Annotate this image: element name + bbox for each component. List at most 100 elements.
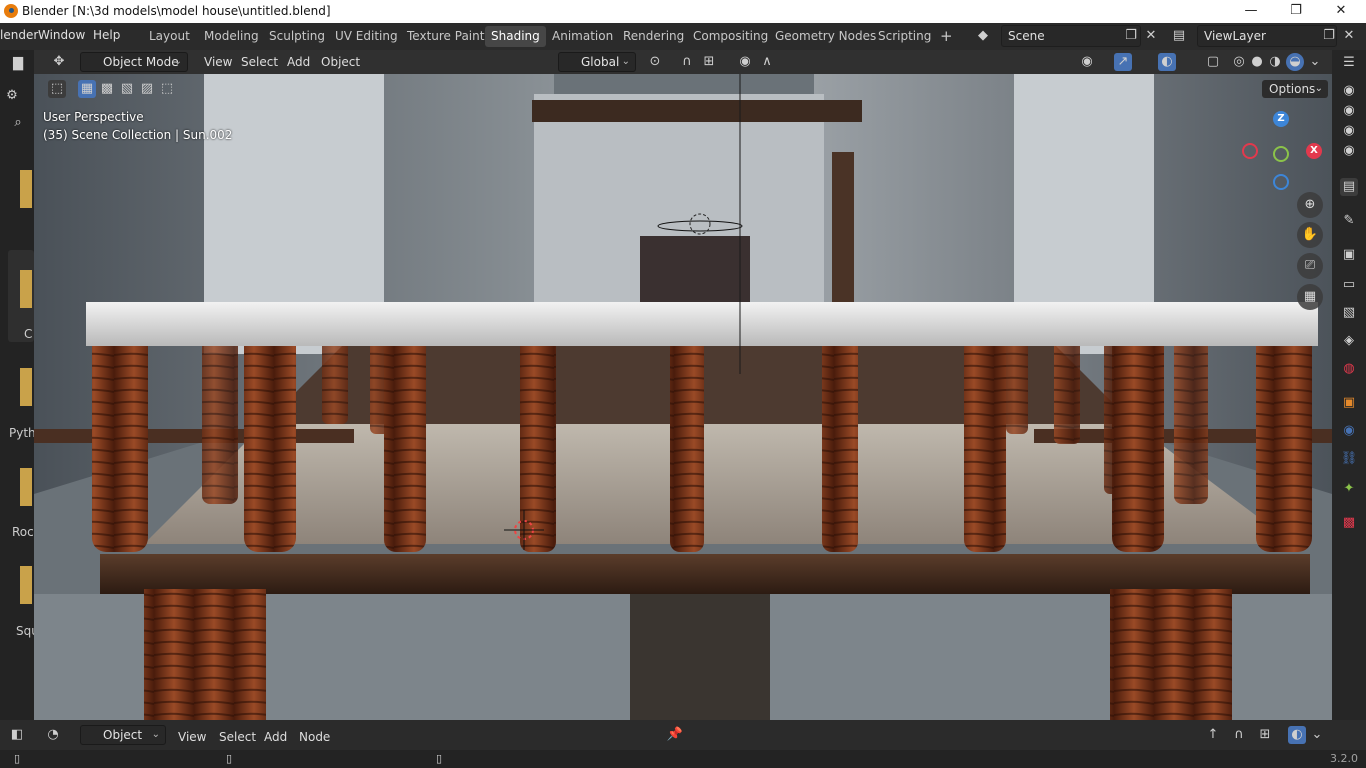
texture-icon[interactable]: ▩ — [1340, 514, 1358, 532]
file-thumbnail[interactable] — [20, 468, 32, 506]
close-button[interactable]: ✕ — [1318, 0, 1364, 23]
snap-target-icon[interactable]: ⊞ — [700, 53, 718, 71]
properties-editor-icon[interactable]: ▤ — [1340, 178, 1358, 196]
object-icon[interactable]: ▣ — [1340, 394, 1358, 412]
editor-type-icon[interactable]: ✥ — [50, 53, 68, 71]
menu-view[interactable]: View — [204, 53, 232, 72]
gizmo-neg-z-axis[interactable] — [1273, 174, 1289, 190]
file-thumbnail[interactable] — [20, 566, 32, 604]
options-dropdown[interactable]: Options ⌄ — [1262, 80, 1328, 98]
snap-target-icon[interactable]: ⊞ — [1256, 726, 1274, 744]
light-data-icon[interactable]: ✦ — [1340, 480, 1358, 498]
tab-compositing[interactable]: Compositing — [687, 26, 774, 47]
snap-icon[interactable]: ∩ — [678, 53, 696, 71]
camera-visibility-icon[interactable]: ◉ — [1340, 142, 1358, 160]
menu-help[interactable]: Help — [93, 28, 120, 42]
visibility-icon[interactable]: ◉ — [1078, 53, 1096, 71]
gizmo-toggle-icon[interactable]: ↗ — [1114, 53, 1132, 71]
menu-select[interactable]: Select — [241, 53, 278, 72]
chevron-down-icon[interactable]: ⌄ — [1308, 726, 1326, 744]
tab-rendering[interactable]: Rendering — [617, 26, 690, 47]
shading-options-icon[interactable]: ⌄ — [1306, 53, 1324, 71]
minimize-button[interactable]: — — [1228, 0, 1274, 23]
select-box-new-icon[interactable]: ▦ — [78, 80, 96, 98]
maximize-button[interactable]: ❐ — [1273, 0, 1319, 23]
node-menu-view[interactable]: View — [178, 728, 206, 747]
camera-visibility-icon[interactable]: ◉ — [1340, 122, 1358, 140]
tab-texture-paint[interactable]: Texture Paint — [401, 26, 490, 47]
tab-modeling[interactable]: Modeling — [198, 26, 265, 47]
solid-shading-icon[interactable]: ● — [1248, 53, 1266, 71]
scene-icon[interactable]: ◆ — [974, 27, 992, 45]
falloff-icon[interactable]: ∧ — [758, 53, 776, 71]
node-menu-select[interactable]: Select — [219, 728, 256, 747]
tab-layout[interactable]: Layout — [143, 26, 196, 47]
file-thumbnail[interactable] — [20, 170, 32, 208]
xray-icon[interactable]: ▢ — [1204, 53, 1222, 71]
tab-scripting[interactable]: Scripting — [872, 26, 937, 47]
wireframe-shading-icon[interactable]: ◎ — [1230, 53, 1248, 71]
select-box-intersect-icon[interactable]: ⬚ — [158, 80, 176, 98]
menu-add[interactable]: Add — [287, 53, 310, 72]
select-box-subtract-icon[interactable]: ▧ — [118, 80, 136, 98]
settings-icon[interactable]: ⚙ — [3, 87, 21, 105]
node-menu-add[interactable]: Add — [264, 728, 287, 747]
tab-animation[interactable]: Animation — [546, 26, 619, 47]
gizmo-z-axis[interactable]: Z — [1273, 111, 1289, 127]
shader-type-icon[interactable]: ◔ — [44, 726, 62, 744]
world-icon[interactable]: ◍ — [1340, 360, 1358, 378]
select-box-extend-icon[interactable]: ▩ — [98, 80, 116, 98]
zoom-icon[interactable]: ⊕ — [1297, 192, 1323, 218]
copy-scene-icon[interactable]: ❐ — [1122, 27, 1140, 45]
gizmo-neg-x-axis[interactable] — [1242, 143, 1258, 159]
editor-type-icon[interactable]: ◧ — [8, 726, 26, 744]
pin-icon[interactable]: 📌 — [666, 726, 684, 744]
search-icon[interactable]: ⌕ — [9, 114, 27, 132]
select-tool-icon[interactable]: ⬚ — [48, 80, 66, 98]
tab-uv-editing[interactable]: UV Editing — [329, 26, 404, 47]
grid-icon[interactable]: ▦ — [1297, 284, 1323, 310]
output-icon[interactable]: ▭ — [1340, 276, 1358, 294]
render-icon[interactable]: ▣ — [1340, 246, 1358, 264]
snap-icon[interactable]: ∩ — [1230, 726, 1248, 744]
copy-viewlayer-icon[interactable]: ❐ — [1320, 27, 1338, 45]
constraints-icon[interactable]: ⛓ — [1340, 450, 1358, 468]
physics-icon[interactable]: ◉ — [1340, 422, 1358, 440]
folder-icon[interactable]: ▇ — [9, 55, 27, 73]
camera-visibility-icon[interactable]: ◉ — [1340, 82, 1358, 100]
proportional-edit-icon[interactable]: ◉ — [736, 53, 754, 71]
view-layer-icon[interactable]: ▧ — [1340, 304, 1358, 322]
tab-shading[interactable]: Shading — [485, 26, 546, 47]
parent-node-icon[interactable]: ↑ — [1204, 726, 1222, 744]
mode-dropdown[interactable]: Object Mode ⌄ — [80, 52, 188, 72]
viewlayer-selector[interactable]: ViewLayer — [1197, 25, 1337, 47]
tab-geometry-nodes[interactable]: Geometry Nodes — [769, 26, 882, 47]
file-thumbnail[interactable] — [20, 368, 32, 406]
overlay-toggle-icon[interactable]: ◐ — [1158, 53, 1176, 71]
add-workspace-icon[interactable]: + — [934, 26, 959, 47]
menu-blender[interactable]: lender — [0, 28, 38, 42]
file-thumbnail[interactable] — [20, 270, 32, 308]
camera-visibility-icon[interactable]: ◉ — [1340, 102, 1358, 120]
pivot-icon[interactable]: ⊙ — [646, 53, 664, 71]
tool-icon[interactable]: ✎ — [1340, 212, 1358, 230]
transform-orientation-dropdown[interactable]: Global ⌄ — [558, 52, 636, 72]
outliner-icon[interactable]: ☰ — [1340, 54, 1358, 72]
scene-properties-icon[interactable]: ◈ — [1340, 332, 1358, 350]
overlay-toggle-icon[interactable]: ◐ — [1288, 726, 1306, 744]
gizmo-y-axis[interactable] — [1273, 146, 1289, 162]
viewlayer-icon[interactable]: ▤ — [1170, 27, 1188, 45]
menu-window[interactable]: Window — [38, 28, 85, 42]
scene-selector[interactable]: Scene — [1001, 25, 1141, 47]
material-shading-icon[interactable]: ◑ — [1266, 53, 1284, 71]
tab-sculpting[interactable]: Sculpting — [263, 26, 331, 47]
rendered-shading-icon[interactable]: ◒ — [1286, 53, 1304, 71]
hand-icon[interactable]: ✋ — [1297, 222, 1323, 248]
camera-icon[interactable]: ⎚ — [1297, 253, 1323, 279]
delete-scene-icon[interactable]: ✕ — [1142, 27, 1160, 45]
delete-viewlayer-icon[interactable]: ✕ — [1340, 27, 1358, 45]
select-box-invert-icon[interactable]: ▨ — [138, 80, 156, 98]
3d-viewport[interactable]: ⬚ ▦ ▩ ▧ ▨ ⬚ User Perspective (35) Scene … — [34, 74, 1332, 720]
shader-object-dropdown[interactable]: Object ⌄ — [80, 725, 166, 745]
gizmo-x-axis[interactable]: X — [1306, 143, 1322, 159]
